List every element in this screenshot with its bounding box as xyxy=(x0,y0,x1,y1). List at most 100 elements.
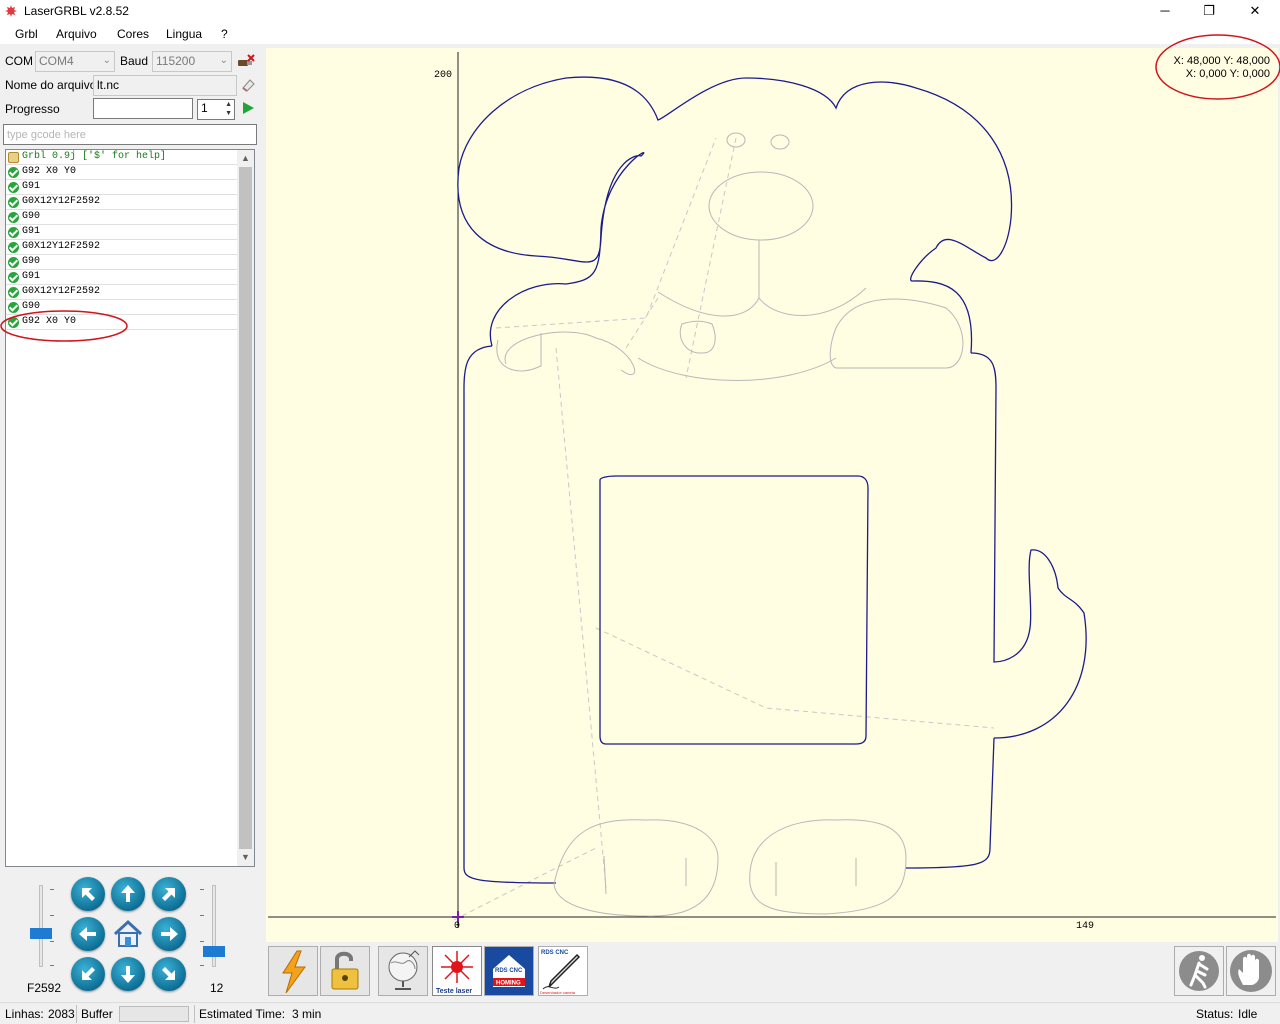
estimated-time-label: Estimated Time: xyxy=(199,1007,286,1021)
buffer-label: Buffer xyxy=(81,1007,113,1021)
filename-label: Nome do arquivo xyxy=(5,78,97,92)
globe-button[interactable] xyxy=(378,946,428,996)
homing-button[interactable]: RDS CNC HOMING xyxy=(484,946,534,996)
jog-up-button[interactable] xyxy=(111,877,145,911)
log-text: Grbl 0.9j ['$' for help] xyxy=(22,151,167,162)
speed-slider-track[interactable] xyxy=(39,885,43,967)
chevron-down-icon: ⌄ xyxy=(102,55,111,66)
baud-label: Baud xyxy=(120,54,149,68)
menu-bar: Grbl Arquivo Cores Lingua ? xyxy=(0,23,1280,45)
maximize-button[interactable]: ❐ xyxy=(1186,0,1232,23)
cut-paths xyxy=(457,76,1087,884)
arrow-up-left-icon xyxy=(82,888,95,901)
log-text: G91 xyxy=(22,226,41,237)
jog-up-right-button[interactable] xyxy=(152,877,186,911)
gcode-input-box[interactable] xyxy=(3,124,257,145)
baud-select[interactable]: 115200 ⌄ xyxy=(152,51,232,72)
estimated-time-value: 3 min xyxy=(292,1007,322,1021)
origin-label: 0 xyxy=(454,921,460,932)
minimize-button[interactable]: ─ xyxy=(1142,0,1188,23)
check-icon xyxy=(8,242,19,253)
status-label: Status: xyxy=(1196,1007,1234,1021)
log-text: G90 xyxy=(22,211,41,222)
arrow-up-right-icon xyxy=(162,888,175,901)
close-button[interactable]: ✕ xyxy=(1232,0,1278,23)
bottom-toolbar: Teste laser RDS CNC HOMING RDS CNC Desen… xyxy=(266,946,1278,998)
menu-arquivo[interactable]: Arquivo xyxy=(56,27,97,41)
x-axis-label: 149 xyxy=(1076,921,1094,932)
lines-value: 2083 xyxy=(48,1007,75,1021)
test-laser-icon: Teste laser xyxy=(436,951,473,995)
menu-lingua[interactable]: Lingua xyxy=(166,27,202,41)
jog-down-left-button[interactable] xyxy=(71,957,105,991)
status-value: Idle xyxy=(1238,1007,1258,1021)
log-entry: G92 X0 Y0 xyxy=(6,165,238,180)
lines-label: Linhas: xyxy=(5,1007,44,1021)
homing-label-bottom: HOMING xyxy=(496,981,521,987)
speed-label: F2592 xyxy=(27,981,62,995)
jog-up-left-button[interactable] xyxy=(71,877,105,911)
jog-right-button[interactable] xyxy=(152,917,186,951)
command-log: Grbl 0.9j ['$' for help] G92 X0 Y0 G91 G0X1… xyxy=(5,149,255,867)
copies-stepper[interactable]: 1 ▲ ▼ xyxy=(197,99,235,120)
walk-button[interactable] xyxy=(1174,946,1224,996)
lightning-button[interactable] xyxy=(268,946,318,996)
baud-value: 115200 xyxy=(156,54,196,68)
stepper-arrows-icon[interactable]: ▲ ▼ xyxy=(225,100,232,118)
test-laser-button[interactable]: Teste laser xyxy=(432,946,482,996)
scroll-thumb[interactable] xyxy=(239,167,252,849)
pen-label-bottom: Desenhador caneta xyxy=(540,990,576,995)
window-title: LaserGRBL v2.8.52 xyxy=(24,4,129,18)
log-entry: G91 xyxy=(6,225,238,240)
log-text: G0X12Y12F2592 xyxy=(22,286,101,297)
jog-home-button[interactable] xyxy=(111,917,145,951)
log-entry: G90 xyxy=(6,210,238,225)
arrow-left-icon xyxy=(79,927,96,941)
check-icon xyxy=(8,257,19,268)
connect-icon[interactable] xyxy=(236,53,256,71)
jog-down-button[interactable] xyxy=(111,957,145,991)
scroll-down-icon[interactable]: ▼ xyxy=(237,849,254,866)
eraser-icon[interactable] xyxy=(240,77,256,93)
menu-cores[interactable]: Cores xyxy=(117,27,149,41)
arrow-down-right-icon xyxy=(162,967,175,980)
log-entry: Grbl 0.9j ['$' for help] xyxy=(6,150,238,165)
progress-bar xyxy=(93,98,193,119)
com-value: COM4 xyxy=(39,54,74,68)
check-icon xyxy=(8,182,19,193)
menu-help[interactable]: ? xyxy=(221,27,228,41)
gcode-input[interactable] xyxy=(4,125,256,144)
com-select[interactable]: COM4 ⌄ xyxy=(35,51,115,72)
preview-canvas[interactable]: 200 149 0 X: 48,000 Y: 48,000 X: 0,000 Y… xyxy=(266,48,1278,942)
check-icon xyxy=(8,167,19,178)
jog-left-button[interactable] xyxy=(71,917,105,951)
log-text: G91 xyxy=(22,271,41,282)
control-panel: COM COM4 ⌄ Baud 115200 ⌄ Nome do arquivo… xyxy=(0,45,262,1000)
check-icon xyxy=(8,272,19,283)
play-icon[interactable] xyxy=(241,101,255,115)
scroll-up-icon[interactable]: ▲ xyxy=(237,150,254,167)
log-entry: G91 xyxy=(6,180,238,195)
maple-leaf-icon xyxy=(5,5,17,17)
jog-down-right-button[interactable] xyxy=(152,957,186,991)
arrow-down-left-icon xyxy=(82,967,95,980)
home-icon xyxy=(113,919,143,947)
annotation-circle-coords xyxy=(1155,34,1280,100)
log-scrollbar[interactable]: ▲ ▼ xyxy=(237,150,254,866)
y-axis-label: 200 xyxy=(434,70,452,81)
arrow-up-icon xyxy=(121,885,135,902)
check-icon xyxy=(8,197,19,208)
menu-grbl[interactable]: Grbl xyxy=(15,27,38,41)
step-slider-thumb[interactable] xyxy=(203,946,225,958)
speed-slider-thumb[interactable] xyxy=(30,928,52,940)
stop-button[interactable] xyxy=(1226,946,1276,996)
homing-label-top: RDS CNC xyxy=(495,968,523,974)
unlock-icon xyxy=(331,951,359,990)
filename-field[interactable]: lt.nc xyxy=(93,75,237,96)
progress-label: Progresso xyxy=(5,102,60,116)
pen-plotter-button[interactable]: RDS CNC Desenhador caneta xyxy=(538,946,588,996)
unlock-button[interactable] xyxy=(320,946,370,996)
info-icon xyxy=(8,152,19,163)
arrow-right-icon xyxy=(161,927,178,941)
log-entry: G0X12Y12F2592 xyxy=(6,240,238,255)
